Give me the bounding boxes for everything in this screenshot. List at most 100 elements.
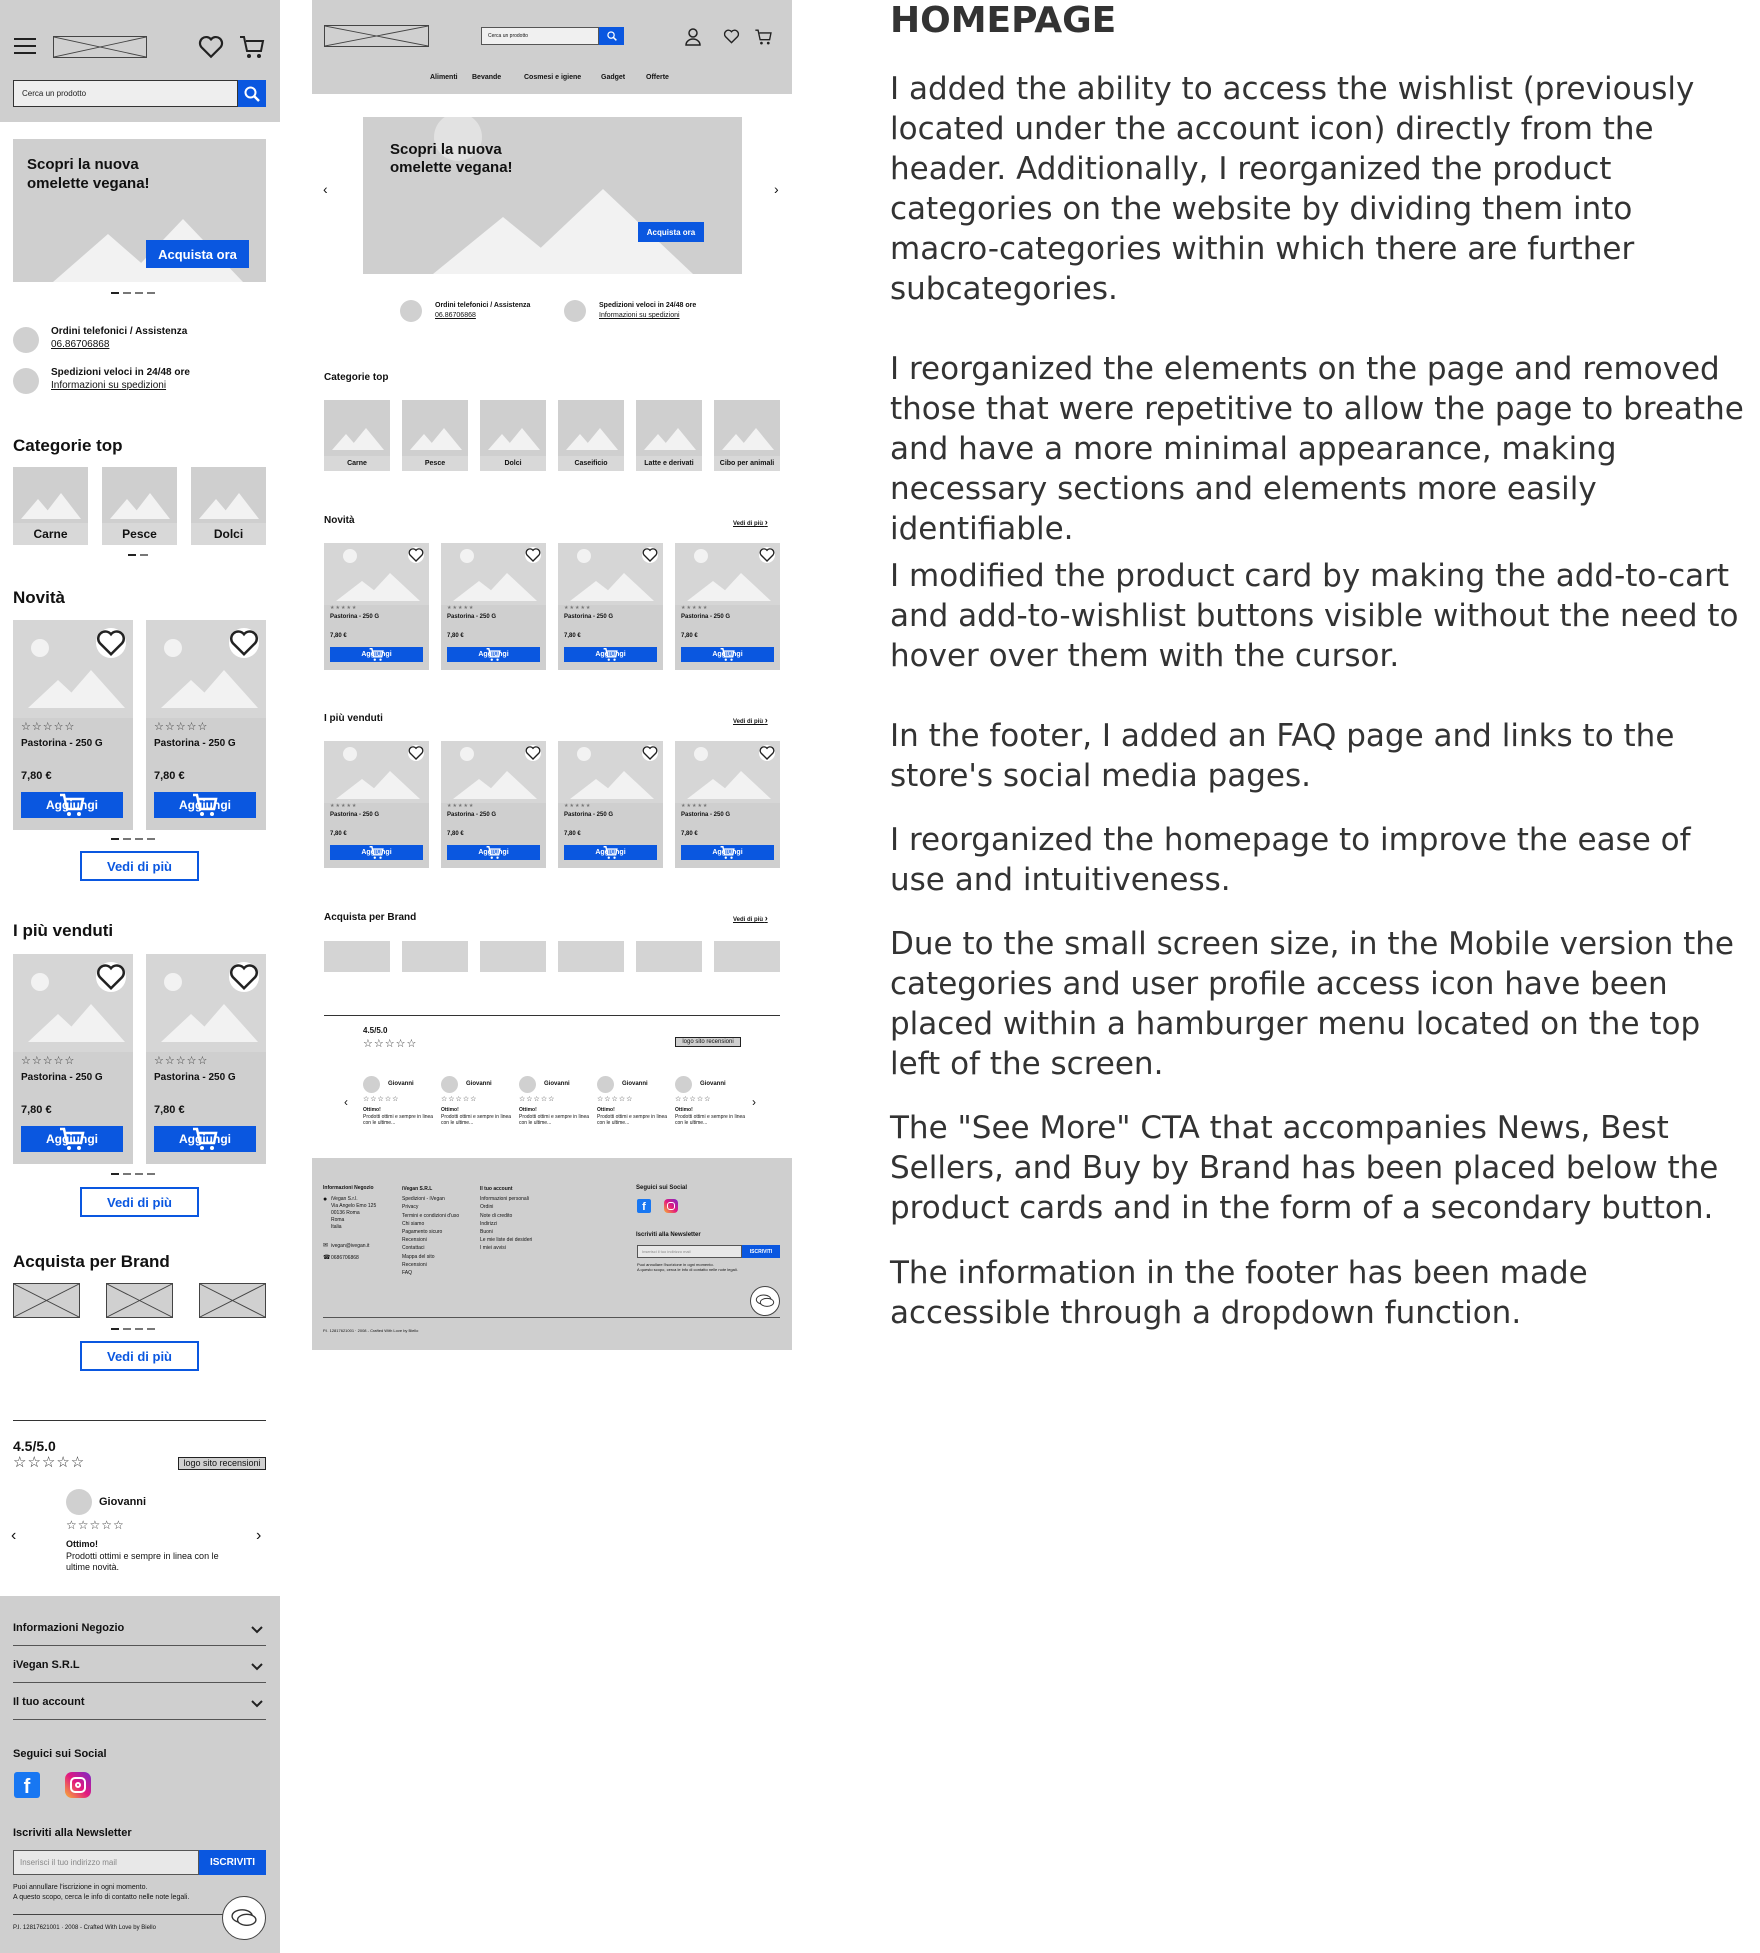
add-to-cart-button[interactable]: Aggiungi [681,647,774,662]
footer-phone[interactable]: 0686706868 [331,1255,359,1261]
footer-accordion[interactable]: Il tuo account [13,1686,266,1720]
categories-dots[interactable] [128,554,148,556]
chat-button[interactable] [222,1896,266,1940]
product-card[interactable]: ☆☆☆☆☆ Pastorina - 250 G 7,80 € Aggiungi [13,620,133,830]
footer-link[interactable]: I miei avvisi [480,1244,570,1252]
add-to-cart-button[interactable]: Aggiungi [564,845,657,860]
brand-logo[interactable] [324,941,390,972]
brand-see-more-link[interactable]: Vedi di più › [733,913,768,923]
newsletter-email-input[interactable]: Inserisci il tuo indirizzo mail [13,1850,199,1875]
footer-link[interactable]: FAQ [402,1269,477,1277]
heart-icon[interactable] [198,35,224,59]
product-card[interactable]: ★★★★★ Pastorina - 250 G 7,80 € Aggiungi [324,741,429,868]
add-to-wishlist-button[interactable] [759,547,775,563]
hero-next-chevron-icon[interactable]: › [774,181,779,197]
info-shipping-link[interactable]: Informazioni su spedizioni [51,380,166,391]
info-phone-link[interactable]: 06.86706868 [435,312,476,319]
brand-logo[interactable] [106,1283,173,1318]
footer-link[interactable]: Termini e condizioni d'uso [402,1212,477,1220]
piu-venduti-see-more-button[interactable]: Vedi di più [80,1187,199,1217]
add-to-wishlist-button[interactable] [408,547,424,563]
add-to-cart-button[interactable]: Aggiungi [447,647,540,662]
facebook-icon[interactable]: f [14,1772,40,1798]
category-card[interactable]: Pesce [102,467,177,545]
add-to-cart-button[interactable]: Aggiungi [330,647,423,662]
hero-cta-button[interactable]: Acquista ora [638,222,704,242]
category-card[interactable]: Dolci [191,467,266,545]
product-card[interactable]: ★★★★★ Pastorina - 250 G 7,80 € Aggiungi [675,741,780,868]
cart-icon[interactable] [238,34,266,60]
nav-item[interactable]: Alimenti [430,74,458,81]
category-card[interactable]: Carne [13,467,88,545]
info-phone-link[interactable]: 06.86706868 [51,339,109,350]
review-next-chevron-icon[interactable]: › [752,1095,756,1109]
footer-link[interactable]: Pagamento sicuro [402,1228,477,1236]
footer-email[interactable]: ivegan@ivegan.it [331,1243,369,1249]
hero-banner[interactable]: Scopri la nuova omelette vegana! Acquist… [13,139,266,282]
nav-item[interactable]: Bevande [472,74,501,81]
product-card[interactable]: ☆☆☆☆☆ Pastorina - 250 G 7,80 € Aggiungi [13,954,133,1164]
hero-carousel-dots[interactable] [111,292,155,294]
add-to-cart-button[interactable]: Aggiungi [21,1126,123,1152]
chat-button[interactable] [750,1286,780,1316]
footer-link[interactable]: Mappa del sito [402,1253,477,1261]
product-card[interactable]: ★★★★★ Pastorina - 250 G 7,80 € Aggiungi [558,741,663,868]
brand-see-more-button[interactable]: Vedi di più [80,1341,199,1371]
search-input[interactable]: Cerca un prodotto [481,27,599,45]
footer-link[interactable]: Note di credito [480,1212,570,1220]
facebook-icon[interactable]: f [637,1199,651,1213]
footer-link[interactable]: Privacy [402,1203,477,1211]
brand-logo[interactable] [13,1283,80,1318]
category-card[interactable]: Caseificio [558,400,624,471]
category-card[interactable]: Latte e derivati [636,400,702,471]
footer-link[interactable]: Indirizzi [480,1220,570,1228]
add-to-wishlist-button[interactable] [229,962,259,992]
add-to-cart-button[interactable]: Aggiungi [154,1126,256,1152]
review-prev-chevron-icon[interactable]: ‹ [11,1527,16,1545]
footer-link[interactable]: Informazioni personali [480,1195,570,1203]
brand-logo[interactable] [402,941,468,972]
footer-link[interactable]: Chi siamo [402,1220,477,1228]
add-to-wishlist-button[interactable] [96,628,126,658]
novita-see-more-link[interactable]: Vedi di più › [733,517,768,527]
product-card[interactable]: ★★★★★ Pastorina - 250 G 7,80 € Aggiungi [324,543,429,670]
add-to-cart-button[interactable]: Aggiungi [154,792,256,818]
footer-accordion[interactable]: iVegan S.R.L [13,1649,266,1683]
add-to-wishlist-button[interactable] [642,547,658,563]
review-site-logo[interactable]: logo sito recensioni [178,1457,266,1470]
brand-dots[interactable] [111,1328,155,1330]
product-card[interactable]: ☆☆☆☆☆ Pastorina - 250 G 7,80 € Aggiungi [146,954,266,1164]
add-to-cart-button[interactable]: Aggiungi [21,792,123,818]
category-card[interactable]: Dolci [480,400,546,471]
brand-logo[interactable] [199,1283,266,1318]
footer-link[interactable]: Recensioni [402,1261,477,1269]
brand-logo[interactable] [714,941,780,972]
product-card[interactable]: ★★★★★ Pastorina - 250 G 7,80 € Aggiungi [441,741,546,868]
piu-venduti-dots[interactable] [111,1173,155,1175]
cart-icon[interactable] [754,28,773,46]
category-card[interactable]: Pesce [402,400,468,471]
account-icon[interactable] [685,28,701,46]
hero-prev-chevron-icon[interactable]: ‹ [323,181,328,197]
product-card[interactable]: ★★★★★ Pastorina - 250 G 7,80 € Aggiungi [558,543,663,670]
add-to-wishlist-button[interactable] [525,547,541,563]
add-to-wishlist-button[interactable] [642,745,658,761]
review-next-chevron-icon[interactable]: › [256,1527,261,1545]
instagram-icon[interactable] [65,1772,91,1798]
novita-see-more-button[interactable]: Vedi di più [80,851,199,881]
newsletter-email-input[interactable]: Inserisci il tuo indirizzo mail [637,1245,742,1258]
footer-link[interactable]: Recensioni [402,1236,477,1244]
footer-link[interactable]: Ordini [480,1203,570,1211]
add-to-cart-button[interactable]: Aggiungi [681,845,774,860]
novita-dots[interactable] [111,838,155,840]
footer-link[interactable]: Contattaci [402,1244,477,1252]
add-to-cart-button[interactable]: Aggiungi [564,647,657,662]
piu-venduti-see-more-link[interactable]: Vedi di più › [733,715,768,725]
add-to-wishlist-button[interactable] [759,745,775,761]
newsletter-subscribe-button[interactable]: ISCRIVITI [742,1245,780,1258]
instagram-icon[interactable] [664,1199,678,1213]
newsletter-subscribe-button[interactable]: ISCRIVITI [199,1850,266,1875]
add-to-wishlist-button[interactable] [96,962,126,992]
review-prev-chevron-icon[interactable]: ‹ [344,1095,348,1109]
footer-accordion[interactable]: Informazioni Negozio [13,1612,266,1646]
